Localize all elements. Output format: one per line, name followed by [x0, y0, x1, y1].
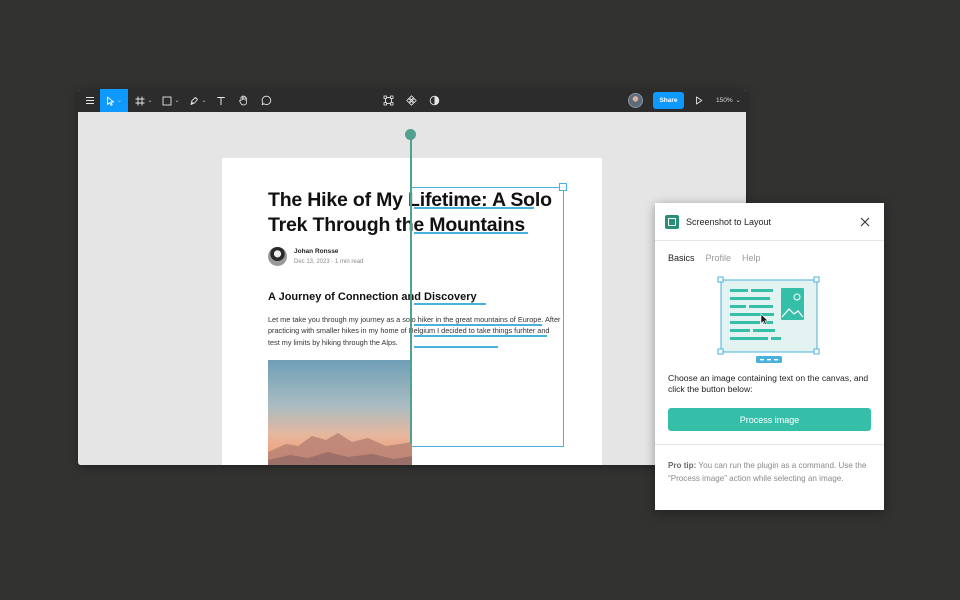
author-meta: Dec 13, 2023 · 1 min read	[294, 259, 364, 265]
rectangle-icon	[163, 96, 172, 105]
guide-handle[interactable]	[405, 129, 416, 140]
hamburger-icon	[85, 97, 94, 104]
shape-tool-button[interactable]: ⌄	[160, 89, 182, 112]
screenshot-illustration	[717, 276, 820, 363]
author-name: Johan Ronsse	[294, 248, 339, 255]
pro-tip-text: You can run the plugin as a command. Use…	[668, 461, 867, 483]
toolbar: ⌄ ⌄ ⌄ ⌄ Share 150% ⌄	[78, 89, 746, 112]
process-image-button[interactable]: Process image	[668, 408, 871, 431]
chevron-down-icon: ⌄	[116, 97, 123, 104]
editor-window: ⌄ ⌄ ⌄ ⌄ Share 150% ⌄ The Hike of My Life…	[78, 89, 746, 465]
close-icon	[860, 217, 870, 227]
text-highlight-underline	[414, 335, 547, 337]
mountain-silhouette	[268, 433, 412, 465]
user-avatar[interactable]	[628, 93, 643, 108]
auto-layout-button[interactable]	[380, 89, 396, 112]
chevron-down-icon: ⌄	[201, 97, 207, 104]
zoom-level: 150%	[716, 97, 733, 104]
components-button[interactable]	[403, 89, 419, 112]
half-circle-contrast-icon	[429, 95, 439, 106]
text-highlight-underline	[414, 232, 528, 234]
mountain-photo	[268, 360, 412, 465]
pen-nib-icon	[191, 96, 199, 105]
move-tool-button[interactable]: ⌄	[100, 89, 128, 112]
panel-description: Choose an image containing text on the c…	[668, 373, 869, 395]
selection-box[interactable]	[412, 187, 564, 447]
frame-tool-button[interactable]: ⌄	[133, 89, 155, 112]
contrast-button[interactable]	[426, 89, 442, 112]
hand-icon	[238, 95, 247, 106]
panel-title: Screenshot to Layout	[686, 217, 772, 227]
frame-hash-icon	[135, 96, 145, 105]
plugin-logo-icon	[665, 215, 679, 229]
cursor-arrow-icon	[107, 96, 115, 106]
text-highlight-underline	[414, 207, 534, 209]
author-avatar	[268, 247, 287, 266]
main-menu-button[interactable]	[81, 89, 98, 112]
comment-bubble-icon	[261, 95, 271, 106]
panel-tabs: Basics Profile Help	[668, 253, 761, 263]
pen-tool-button[interactable]: ⌄	[187, 89, 209, 112]
text-highlight-underline	[414, 346, 498, 348]
tab-help[interactable]: Help	[742, 253, 761, 263]
play-icon	[696, 96, 703, 105]
divider	[655, 444, 884, 445]
panel-header: Screenshot to Layout	[655, 203, 884, 241]
text-t-icon	[217, 96, 225, 105]
zoom-dropdown[interactable]: 150% ⌄	[716, 89, 741, 112]
hand-tool-button[interactable]	[236, 89, 250, 112]
pro-tip: Pro tip: You can run the plugin as a com…	[668, 459, 874, 485]
tab-profile[interactable]: Profile	[706, 253, 732, 263]
close-button[interactable]	[858, 215, 872, 229]
share-button[interactable]: Share	[653, 92, 684, 109]
present-button[interactable]	[692, 89, 706, 112]
pro-tip-label: Pro tip:	[668, 461, 697, 470]
frame-corners-icon	[383, 95, 393, 106]
chevron-down-icon: ⌄	[147, 97, 153, 104]
tab-basics[interactable]: Basics	[668, 253, 695, 263]
plugin-panel: Screenshot to Layout Basics Profile Help	[655, 203, 884, 510]
chevron-down-icon: ⌄	[735, 98, 741, 104]
text-tool-button[interactable]	[214, 89, 228, 112]
text-highlight-underline	[414, 303, 486, 305]
text-highlight-underline	[414, 324, 542, 326]
chevron-down-icon: ⌄	[174, 97, 180, 104]
selection-resize-handle[interactable]	[559, 183, 567, 191]
component-diamond-icon	[405, 95, 417, 106]
comment-tool-button[interactable]	[259, 89, 273, 112]
